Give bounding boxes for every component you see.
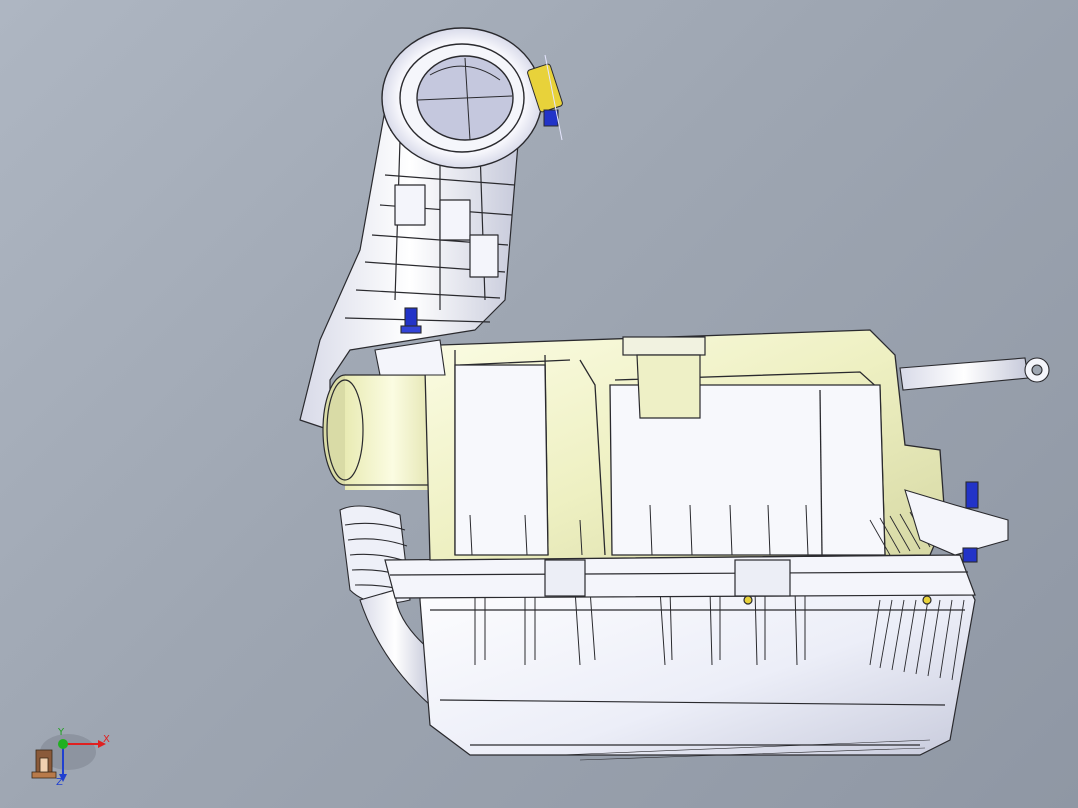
duct-opening-ring [381, 27, 543, 169]
intake-bellows[interactable] [339, 505, 431, 707]
orientation-triad[interactable]: X Y Z [20, 722, 130, 802]
axis-x-label: X [103, 734, 110, 745]
breather-tube[interactable] [899, 357, 1050, 391]
air-box-model[interactable] [0, 0, 1078, 808]
3d-viewport[interactable]: X Y Z [0, 0, 1078, 808]
axis-y-label: Y [58, 727, 65, 738]
inlet-cylinder [322, 374, 440, 490]
axis-z-label: Z [56, 777, 63, 788]
triad-axes [31, 734, 106, 782]
